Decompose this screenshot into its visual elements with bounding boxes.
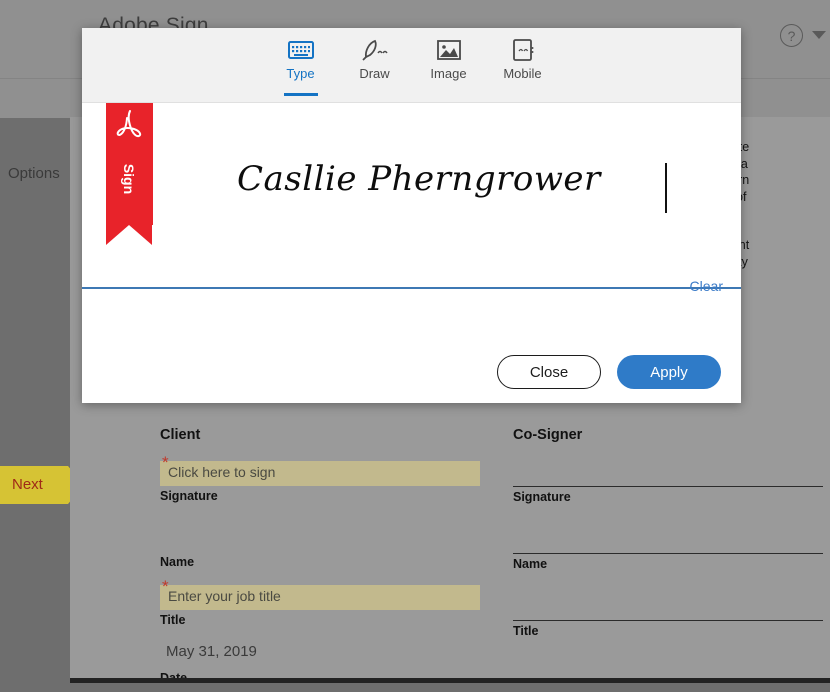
- clear-link[interactable]: Clear: [690, 278, 723, 294]
- tab-mobile-label: Mobile: [493, 66, 553, 81]
- tab-type-label: Type: [271, 66, 331, 81]
- tab-mobile[interactable]: Mobile: [493, 39, 553, 83]
- cosigner-name-field[interactable]: [513, 528, 823, 554]
- client-title-field[interactable]: * Enter your job title: [160, 585, 480, 610]
- cosigner-title-label: Title: [513, 624, 823, 638]
- cosigner-signature-column: Co-Signer Signature Name Title Date: [513, 427, 823, 683]
- chevron-down-icon[interactable]: [812, 31, 826, 39]
- cosigner-title-field[interactable]: [513, 595, 823, 621]
- cosigner-title-field-group: Title: [513, 595, 823, 638]
- text-cursor: [665, 163, 667, 213]
- cosigner-date-field[interactable]: [513, 662, 823, 683]
- cosigner-date-field-group: Date: [513, 662, 823, 683]
- sign-flag-label: Sign: [121, 148, 137, 210]
- client-name-field[interactable]: [160, 527, 480, 552]
- apply-button[interactable]: Apply: [617, 355, 721, 389]
- application-root: Adobe Sign ? Options ∨ Required 2 Next ı…: [0, 0, 830, 692]
- client-date-value: May 31, 2019: [160, 643, 480, 668]
- image-icon: [436, 39, 462, 61]
- client-title-label: Title: [160, 613, 480, 627]
- tab-draw-label: Draw: [345, 66, 405, 81]
- tab-image[interactable]: Image: [419, 39, 479, 83]
- tab-image-label: Image: [419, 66, 479, 81]
- tab-draw[interactable]: Draw: [345, 39, 405, 83]
- client-signature-label: Signature: [160, 489, 480, 503]
- client-title-field-group: * Enter your job title Title: [160, 585, 480, 627]
- help-icon[interactable]: ?: [780, 24, 803, 47]
- sign-here-flag: Sign: [106, 103, 153, 225]
- signature-baseline: [82, 287, 741, 289]
- client-signature-placeholder: Click here to sign: [168, 464, 275, 480]
- client-name-label: Name: [160, 555, 480, 569]
- dialog-actions: Close Apply: [82, 355, 741, 389]
- client-signature-field[interactable]: * Click here to sign: [160, 461, 480, 486]
- cosigner-heading: Co-Signer: [513, 427, 823, 443]
- signature-dialog: Type Draw Image: [82, 28, 741, 403]
- signature-mode-tabs: Type Draw Image: [82, 28, 741, 103]
- cosigner-name-field-group: Name: [513, 528, 823, 571]
- signature-text-value: Casllie Pherngrower: [237, 159, 601, 199]
- client-title-placeholder: Enter your job title: [168, 588, 281, 604]
- cosigner-name-label: Name: [513, 557, 823, 571]
- next-field-button[interactable]: Next: [0, 466, 68, 504]
- mobile-device-icon: [510, 39, 536, 61]
- tab-type[interactable]: Type: [271, 39, 331, 83]
- client-signature-field-group: * Click here to sign Signature: [160, 461, 480, 503]
- client-date-field-group: May 31, 2019 Date: [160, 643, 480, 683]
- pen-icon: [362, 39, 388, 61]
- adobe-acrobat-logo-icon: [115, 109, 144, 143]
- client-signature-column: Client * Click here to sign Signature Na…: [160, 427, 480, 683]
- cosigner-signature-label: Signature: [513, 490, 823, 504]
- client-date-label: Date: [160, 671, 480, 683]
- cosigner-signature-field[interactable]: [513, 461, 823, 487]
- signature-canvas[interactable]: Sign Casllie Pherngrower: [82, 103, 741, 289]
- client-name-field-group: Name: [160, 527, 480, 569]
- options-label: Options: [8, 165, 60, 182]
- client-heading: Client: [160, 427, 480, 443]
- keyboard-icon: [288, 39, 314, 61]
- cosigner-signature-field-group: Signature: [513, 461, 823, 504]
- close-button[interactable]: Close: [497, 355, 601, 389]
